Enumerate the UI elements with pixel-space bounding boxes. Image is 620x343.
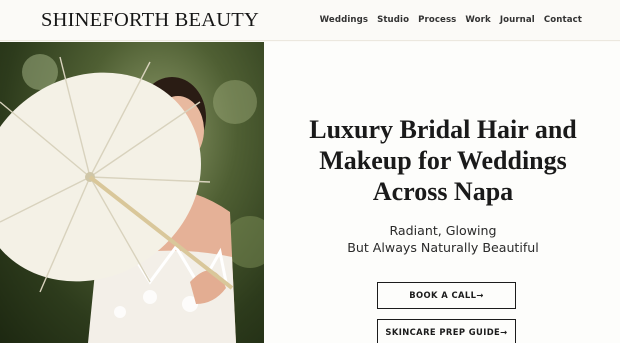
nav-link-weddings[interactable]: Weddings <box>320 15 368 25</box>
bride-illustration <box>0 54 264 343</box>
subhead-line-2: But Always Naturally Beautiful <box>347 240 539 255</box>
nav-link-studio[interactable]: Studio <box>377 15 409 25</box>
headline-line-3: Across Napa <box>372 177 514 206</box>
headline-line-1: Luxury Bridal Hair and <box>309 115 577 144</box>
hero-subheading: Radiant, Glowing But Always Naturally Be… <box>278 222 608 256</box>
hero-headline: Luxury Bridal Hair and Makeup for Weddin… <box>278 114 608 207</box>
site-logo[interactable]: SHINEFORTH BEAUTY <box>41 9 259 32</box>
hero-photo-bride-with-parasol <box>0 42 264 343</box>
skincare-prep-guide-button[interactable]: SKINCARE PREP GUIDE→ <box>377 319 516 343</box>
nav-link-contact[interactable]: Contact <box>544 15 582 25</box>
subhead-line-1: Radiant, Glowing <box>389 223 497 238</box>
site-header: SHINEFORTH BEAUTY Weddings Studio Proces… <box>0 0 620 41</box>
headline-line-2: Makeup for Weddings <box>319 146 567 175</box>
nav-link-process[interactable]: Process <box>418 15 456 25</box>
nav-link-journal[interactable]: Journal <box>500 15 535 25</box>
book-a-call-button[interactable]: BOOK A CALL→ <box>377 282 516 309</box>
hero-section: Luxury Bridal Hair and Makeup for Weddin… <box>264 42 620 343</box>
main-nav: Weddings Studio Process Work Journal Con… <box>320 15 582 25</box>
nav-link-work[interactable]: Work <box>465 15 490 25</box>
